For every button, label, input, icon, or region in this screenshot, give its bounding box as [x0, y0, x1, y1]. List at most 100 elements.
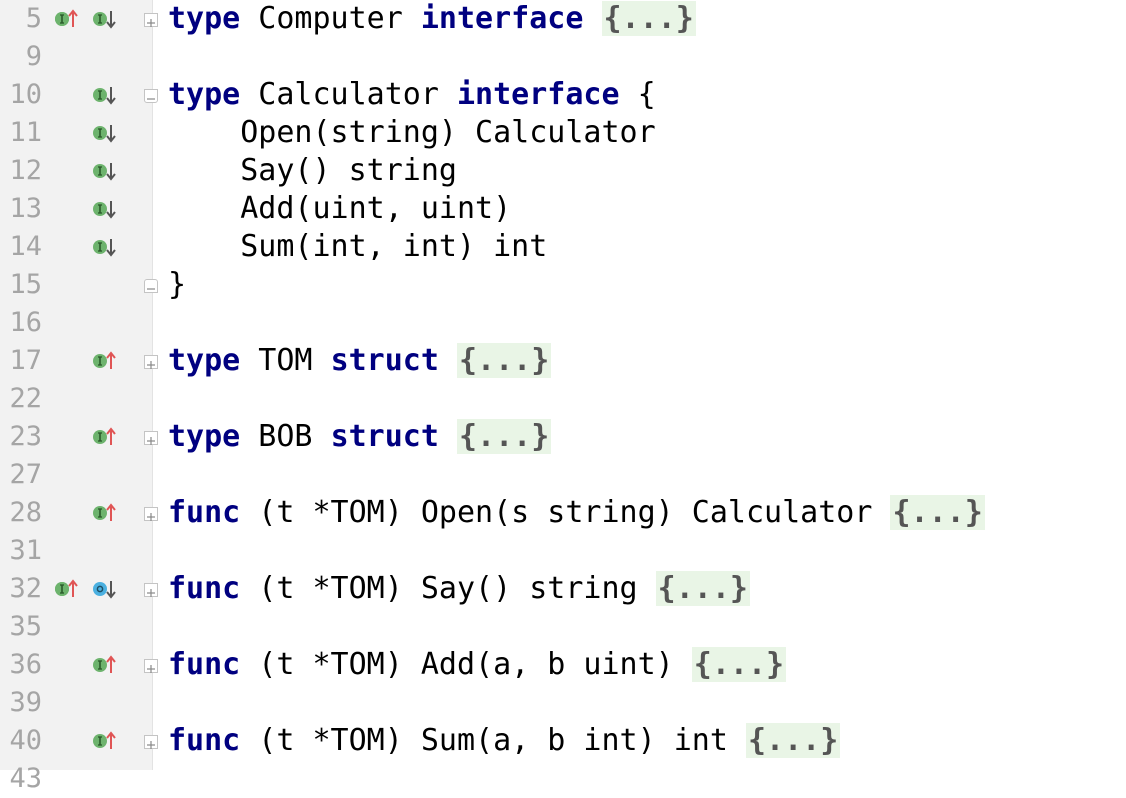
code-text[interactable]: Say() string — [168, 152, 457, 190]
code-line[interactable]: 23 type BOB struct {...} — [0, 418, 1126, 456]
fold-expand-icon[interactable] — [144, 431, 158, 445]
keyword-token: type — [168, 343, 241, 378]
code-text[interactable]: func (t *TOM) Sum(a, b int) int {...} — [168, 722, 841, 760]
line-number[interactable]: 17 — [0, 342, 42, 380]
line-number[interactable]: 31 — [0, 532, 42, 570]
code-line[interactable]: 9 — [0, 38, 1126, 76]
line-number[interactable]: 16 — [0, 304, 42, 342]
code-line[interactable]: 36 func (t *TOM) Add(a, b uint) {...} — [0, 646, 1126, 684]
line-number[interactable]: 13 — [0, 190, 42, 228]
implements-method-up-arrow-icon[interactable] — [92, 503, 116, 523]
line-number[interactable]: 32 — [0, 570, 42, 608]
code-text[interactable]: type Calculator interface { — [168, 76, 656, 114]
fold-collapse-icon[interactable] — [144, 89, 158, 103]
line-number[interactable]: 9 — [0, 38, 42, 76]
keyword-token: struct — [330, 419, 439, 454]
code-text[interactable]: func (t *TOM) Open(s string) Calculator … — [168, 494, 985, 532]
code-text[interactable]: func (t *TOM) Add(a, b uint) {...} — [168, 646, 787, 684]
implements-method-up-arrow-icon[interactable] — [92, 351, 116, 371]
code-line[interactable]: 43 — [0, 760, 1126, 798]
line-number[interactable]: 43 — [0, 760, 42, 798]
code-text[interactable]: func (t *TOM) Say() string {...} — [168, 570, 750, 608]
fold-expand-icon[interactable] — [144, 507, 158, 521]
code-line[interactable]: 16 — [0, 304, 1126, 342]
code-token: (t *TOM) Add(a, b uint) — [240, 647, 692, 682]
overridden-method-down-arrow-icon[interactable] — [92, 579, 116, 599]
fold-expand-icon[interactable] — [144, 355, 158, 369]
keyword-token: type — [168, 419, 241, 454]
code-line[interactable]: 13 Add(uint, uint) — [0, 190, 1126, 228]
code-text[interactable]: type BOB struct {...} — [168, 418, 552, 456]
code-line[interactable]: 35 — [0, 608, 1126, 646]
code-token: Computer — [240, 1, 421, 36]
code-token: TOM — [240, 343, 331, 378]
line-number[interactable]: 27 — [0, 456, 42, 494]
has-implementations-down-arrow-icon[interactable] — [92, 237, 116, 257]
folded-code-placeholder[interactable]: {...} — [601, 1, 696, 36]
line-number[interactable]: 39 — [0, 684, 42, 722]
line-number[interactable]: 23 — [0, 418, 42, 456]
keyword-token: struct — [330, 343, 439, 378]
folded-code-placeholder[interactable]: {...} — [691, 647, 787, 682]
line-number[interactable]: 10 — [0, 76, 42, 114]
line-number[interactable]: 11 — [0, 114, 42, 152]
line-number[interactable]: 15 — [0, 266, 42, 304]
code-line[interactable]: 31 — [0, 532, 1126, 570]
code-line[interactable]: 10 type Calculator interface { — [0, 76, 1126, 114]
code-line[interactable]: 40 func (t *TOM) Sum(a, b int) int {...} — [0, 722, 1126, 760]
fold-expand-icon[interactable] — [144, 583, 158, 597]
has-implementations-down-arrow-icon[interactable] — [92, 85, 116, 105]
code-token: BOB — [240, 419, 331, 454]
line-number[interactable]: 28 — [0, 494, 42, 532]
code-text[interactable]: type TOM struct {...} — [168, 342, 552, 380]
code-editor[interactable]: 5 type Computer interface {...} 9 10 type Ca… — [0, 0, 1126, 794]
code-text[interactable]: Add(uint, uint) — [168, 190, 511, 228]
code-line[interactable]: 5 type Computer interface {...} — [0, 0, 1126, 38]
has-implementations-down-arrow-icon[interactable] — [92, 9, 116, 29]
line-number[interactable]: 36 — [0, 646, 42, 684]
code-token: (t *TOM) Say() string — [240, 571, 656, 606]
implements-method-up-arrow-icon[interactable] — [92, 655, 116, 675]
code-line[interactable]: 22 — [0, 380, 1126, 418]
code-line[interactable]: 17 type TOM struct {...} — [0, 342, 1126, 380]
has-implementations-down-arrow-icon[interactable] — [92, 199, 116, 219]
fold-expand-icon[interactable] — [144, 13, 158, 27]
folded-code-placeholder[interactable]: {...} — [890, 495, 985, 530]
implements-method-up-arrow-icon[interactable] — [54, 9, 78, 29]
keyword-token: func — [168, 571, 241, 606]
code-text[interactable]: Sum(int, int) int — [168, 228, 547, 266]
implements-method-up-arrow-icon[interactable] — [54, 579, 78, 599]
code-token: Open(string) Calculator — [168, 115, 656, 150]
folded-code-placeholder[interactable]: {...} — [655, 571, 750, 606]
fold-collapse-icon[interactable] — [144, 279, 158, 293]
code-text[interactable]: } — [168, 266, 186, 304]
line-number[interactable]: 22 — [0, 380, 42, 418]
fold-expand-icon[interactable] — [144, 659, 158, 673]
code-line[interactable]: 11 Open(string) Calculator — [0, 114, 1126, 152]
line-number[interactable]: 35 — [0, 608, 42, 646]
has-implementations-down-arrow-icon[interactable] — [92, 161, 116, 181]
implements-method-up-arrow-icon[interactable] — [92, 731, 116, 751]
code-line[interactable]: 32 func (t *TOM) Say() string {...} — [0, 570, 1126, 608]
code-line[interactable]: 28 func (t *TOM) Open(s string) Calculato… — [0, 494, 1126, 532]
code-line[interactable]: 15} — [0, 266, 1126, 304]
folded-code-placeholder[interactable]: {...} — [457, 419, 552, 454]
has-implementations-down-arrow-icon[interactable] — [92, 123, 116, 143]
code-line[interactable]: 12 Say() string — [0, 152, 1126, 190]
line-number[interactable]: 12 — [0, 152, 42, 190]
fold-expand-icon[interactable] — [144, 735, 158, 749]
folded-code-placeholder[interactable]: {...} — [457, 343, 552, 378]
folded-code-placeholder[interactable]: {...} — [745, 723, 841, 758]
code-text[interactable]: type Computer interface {...} — [168, 0, 696, 38]
code-line[interactable]: 27 — [0, 456, 1126, 494]
code-text[interactable]: Open(string) Calculator — [168, 114, 656, 152]
line-number[interactable]: 40 — [0, 722, 42, 760]
line-number[interactable]: 5 — [0, 0, 42, 38]
line-number[interactable]: 14 — [0, 228, 42, 266]
implements-method-up-arrow-icon[interactable] — [92, 427, 116, 447]
code-line[interactable]: 39 — [0, 684, 1126, 722]
keyword-token: interface — [457, 77, 620, 112]
code-line[interactable]: 14 Sum(int, int) int — [0, 228, 1126, 266]
